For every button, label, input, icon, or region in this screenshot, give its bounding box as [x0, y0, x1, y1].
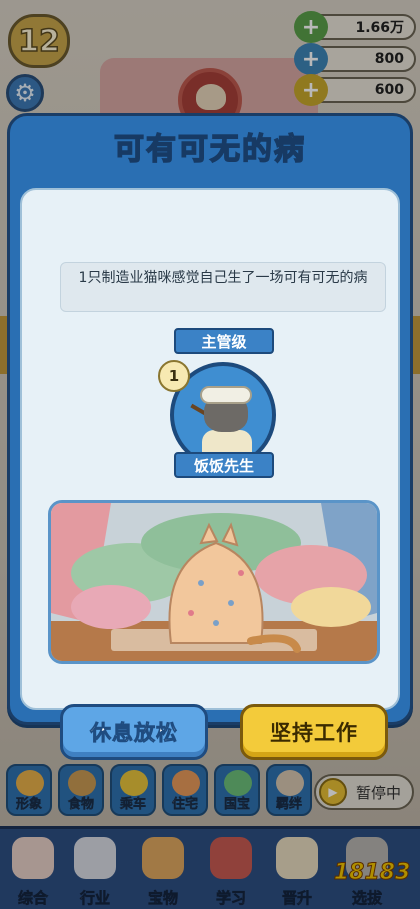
cat-level-bubble: 1 [158, 360, 190, 392]
sick-cat-scene [51, 503, 377, 661]
keep-working-button[interactable]: 坚持工作 [240, 704, 388, 760]
modal-body: 1只制造业猫咪感觉自己生了一场可有可无的病 主管级 1 饭饭先生 休息放松 坚持… [20, 188, 400, 760]
event-modal: 可有可无的病 1只制造业猫咪感觉自己生了一场可有可无的病 主管级 1 饭饭先生 [7, 113, 413, 760]
event-description: 1只制造业猫咪感觉自己生了一场可有可无的病 [60, 262, 386, 312]
cat-rank-label: 主管级 [174, 328, 274, 354]
rest-button[interactable]: 休息放松 [60, 704, 208, 760]
event-illustration [48, 500, 380, 664]
cat-name-plate: 饭饭先生 [174, 452, 274, 478]
modal-title: 可有可无的病 [113, 131, 306, 168]
turban-icon [200, 386, 252, 404]
